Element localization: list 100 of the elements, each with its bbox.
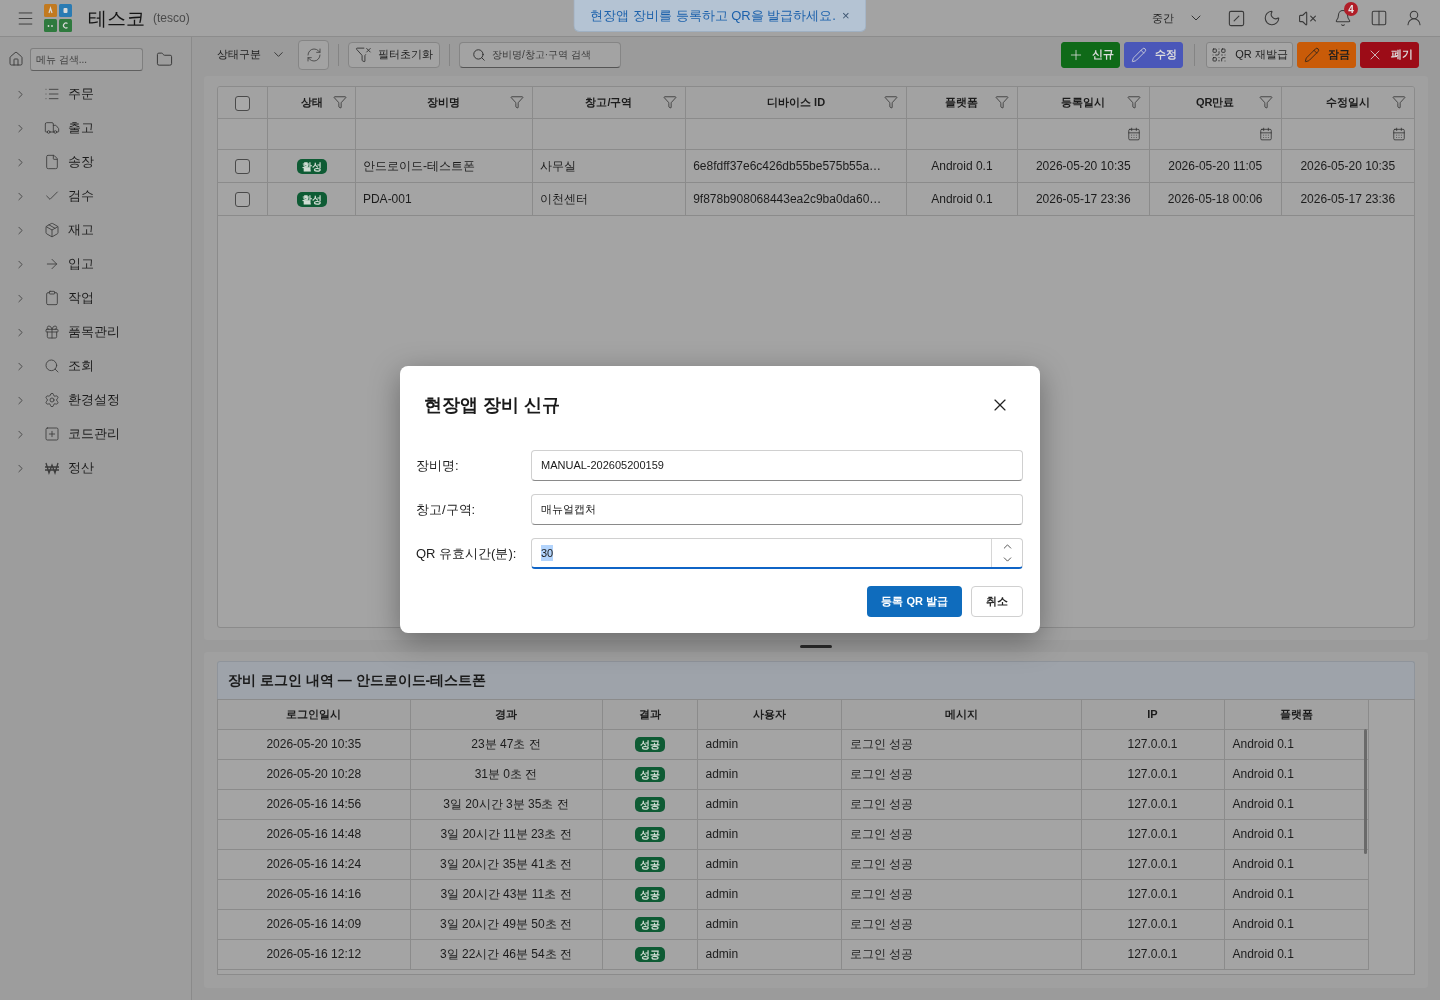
reset-filter-button[interactable]: 필터초기화 xyxy=(348,41,440,68)
table-cell: 2026-05-16 14:24 xyxy=(218,849,410,879)
calendar-icon[interactable] xyxy=(1258,126,1273,141)
menu-search-field[interactable]: 메뉴 검색... xyxy=(30,47,143,71)
refresh-icon xyxy=(305,46,322,63)
refresh-button[interactable] xyxy=(298,39,329,70)
table-cell: 2026-05-16 14:48 xyxy=(218,819,410,849)
table-cell: 23분 47초 전 xyxy=(410,729,602,759)
table-cell: Android 0.1 xyxy=(906,182,1018,215)
status-badge: 성공 xyxy=(634,887,665,902)
search-icon xyxy=(472,47,486,62)
table-cell: 2026-05-16 14:09 xyxy=(218,909,410,939)
toast-close-button[interactable]: × xyxy=(842,9,850,22)
logo-icon xyxy=(44,4,72,32)
column-header: 플랫폼 xyxy=(1279,708,1313,721)
status-badge: 성공 xyxy=(634,767,665,782)
status-filter-select[interactable]: 상태구분 xyxy=(217,46,286,63)
calendar-icon[interactable] xyxy=(1126,126,1141,141)
action-button[interactable]: 신규 xyxy=(1061,41,1120,68)
text-field[interactable]: MANUAL-202605200159 xyxy=(531,450,1023,481)
filter-icon[interactable] xyxy=(1126,95,1141,110)
table-cell: 127.0.0.1 xyxy=(1081,789,1224,819)
status-badge: 성공 xyxy=(634,827,665,842)
cancel-button[interactable]: 취소 xyxy=(971,586,1023,617)
checkbox[interactable] xyxy=(235,95,251,111)
user-icon[interactable] xyxy=(1405,9,1423,27)
field-label: 장비명: xyxy=(416,456,460,475)
field-label: QR 유효시간(분): xyxy=(416,544,518,563)
action-button[interactable]: 수정 xyxy=(1124,41,1183,68)
action-button[interactable]: 폐기 xyxy=(1360,41,1419,68)
table-cell: Android 0.1 xyxy=(1224,879,1368,909)
sidebar-item[interactable]: 출고 xyxy=(0,111,191,145)
filter-icon[interactable] xyxy=(1258,95,1273,110)
filter-icon[interactable] xyxy=(994,95,1009,110)
sidebar-item[interactable]: 조회 xyxy=(0,349,191,383)
sidebar-item[interactable]: 입고 xyxy=(0,247,191,281)
dialog-title: 현장앱 장비 신규 xyxy=(424,393,560,417)
status-badge: 성공 xyxy=(634,737,665,752)
sidebar-item[interactable]: 송장 xyxy=(0,145,191,179)
column-header: 장비명 xyxy=(427,95,461,110)
status-badge: 활성 xyxy=(296,191,327,207)
home-icon[interactable] xyxy=(8,51,24,67)
table-cell: admin xyxy=(697,759,841,789)
field-label: 창고/구역: xyxy=(416,500,477,519)
table-cell: admin xyxy=(697,849,841,879)
list-icon xyxy=(44,86,60,102)
sidebar-item[interactable]: 품목관리 xyxy=(0,315,191,349)
calendar-icon[interactable] xyxy=(1392,126,1406,141)
filter-icon[interactable] xyxy=(663,95,678,110)
table-cell: 안드로이드-테스트폰 xyxy=(355,149,533,182)
won-sign-icon xyxy=(44,460,60,476)
filter-icon[interactable] xyxy=(884,95,899,110)
column-header: 등록일시 xyxy=(1061,95,1106,110)
status-badge: 활성 xyxy=(296,158,327,174)
filter-icon[interactable] xyxy=(1392,95,1406,110)
checkbox[interactable] xyxy=(235,158,251,174)
column-header: 결과 xyxy=(638,708,661,721)
table-cell: admin xyxy=(697,939,841,969)
sidebar-item[interactable]: 주문 xyxy=(0,77,191,111)
table-cell: Android 0.1 xyxy=(1224,939,1368,969)
table-cell: 6e8fdff37e6c426db55be575b55a… xyxy=(685,149,907,182)
sidebar-item[interactable]: 코드관리 xyxy=(0,417,191,451)
table-cell: 127.0.0.1 xyxy=(1081,729,1224,759)
sidebar-item[interactable]: 재고 xyxy=(0,213,191,247)
filter-icon[interactable] xyxy=(509,95,524,110)
filter-icon[interactable] xyxy=(332,95,347,110)
columns-icon[interactable] xyxy=(1370,9,1388,27)
search-field[interactable]: 장비명/창고·구역 검색 xyxy=(459,41,621,68)
table-cell: 127.0.0.1 xyxy=(1081,939,1224,969)
text-field[interactable]: 매뉴얼캡처 xyxy=(531,494,1023,525)
resize-handle[interactable] xyxy=(800,644,832,648)
table-cell: 2026-05-16 12:12 xyxy=(218,939,410,969)
action-button[interactable]: QR 재발급 xyxy=(1206,41,1293,68)
table-cell: 127.0.0.1 xyxy=(1081,879,1224,909)
status-badge: 성공 xyxy=(634,917,665,932)
action-button[interactable]: 잠금 xyxy=(1297,41,1356,68)
scrollbar-thumb[interactable] xyxy=(1364,729,1367,854)
square-slash-icon[interactable] xyxy=(1227,8,1246,28)
table-cell: 3일 20시간 49분 50초 전 xyxy=(410,909,602,939)
pencil-icon xyxy=(1303,46,1320,63)
sidebar-item[interactable]: 작업 xyxy=(0,281,191,315)
sidebar-item[interactable]: 정산 xyxy=(0,451,191,485)
density-select[interactable]: 중간 xyxy=(1152,9,1204,27)
sidebar-item[interactable]: 검수 xyxy=(0,179,191,213)
column-header: QR만료 xyxy=(1195,95,1235,110)
sidebar-item[interactable]: 환경설정 xyxy=(0,383,191,417)
folder-icon[interactable] xyxy=(156,50,173,68)
moon-icon[interactable] xyxy=(1263,9,1281,27)
gift-icon xyxy=(44,324,60,340)
truck-icon xyxy=(44,120,60,136)
table-cell: 로그인 성공 xyxy=(841,909,1081,939)
submit-button[interactable]: 등록 QR 발급 xyxy=(867,586,962,617)
checkbox[interactable] xyxy=(235,191,251,207)
table-cell: 로그인 성공 xyxy=(841,729,1081,759)
table-cell: admin xyxy=(697,789,841,819)
number-field[interactable]: 30 xyxy=(531,538,1023,569)
column-header: 상태 xyxy=(300,95,323,110)
column-header: 수정일시 xyxy=(1325,95,1370,110)
table-cell: admin xyxy=(697,819,841,849)
column-header: 창고/구역 xyxy=(585,95,633,110)
